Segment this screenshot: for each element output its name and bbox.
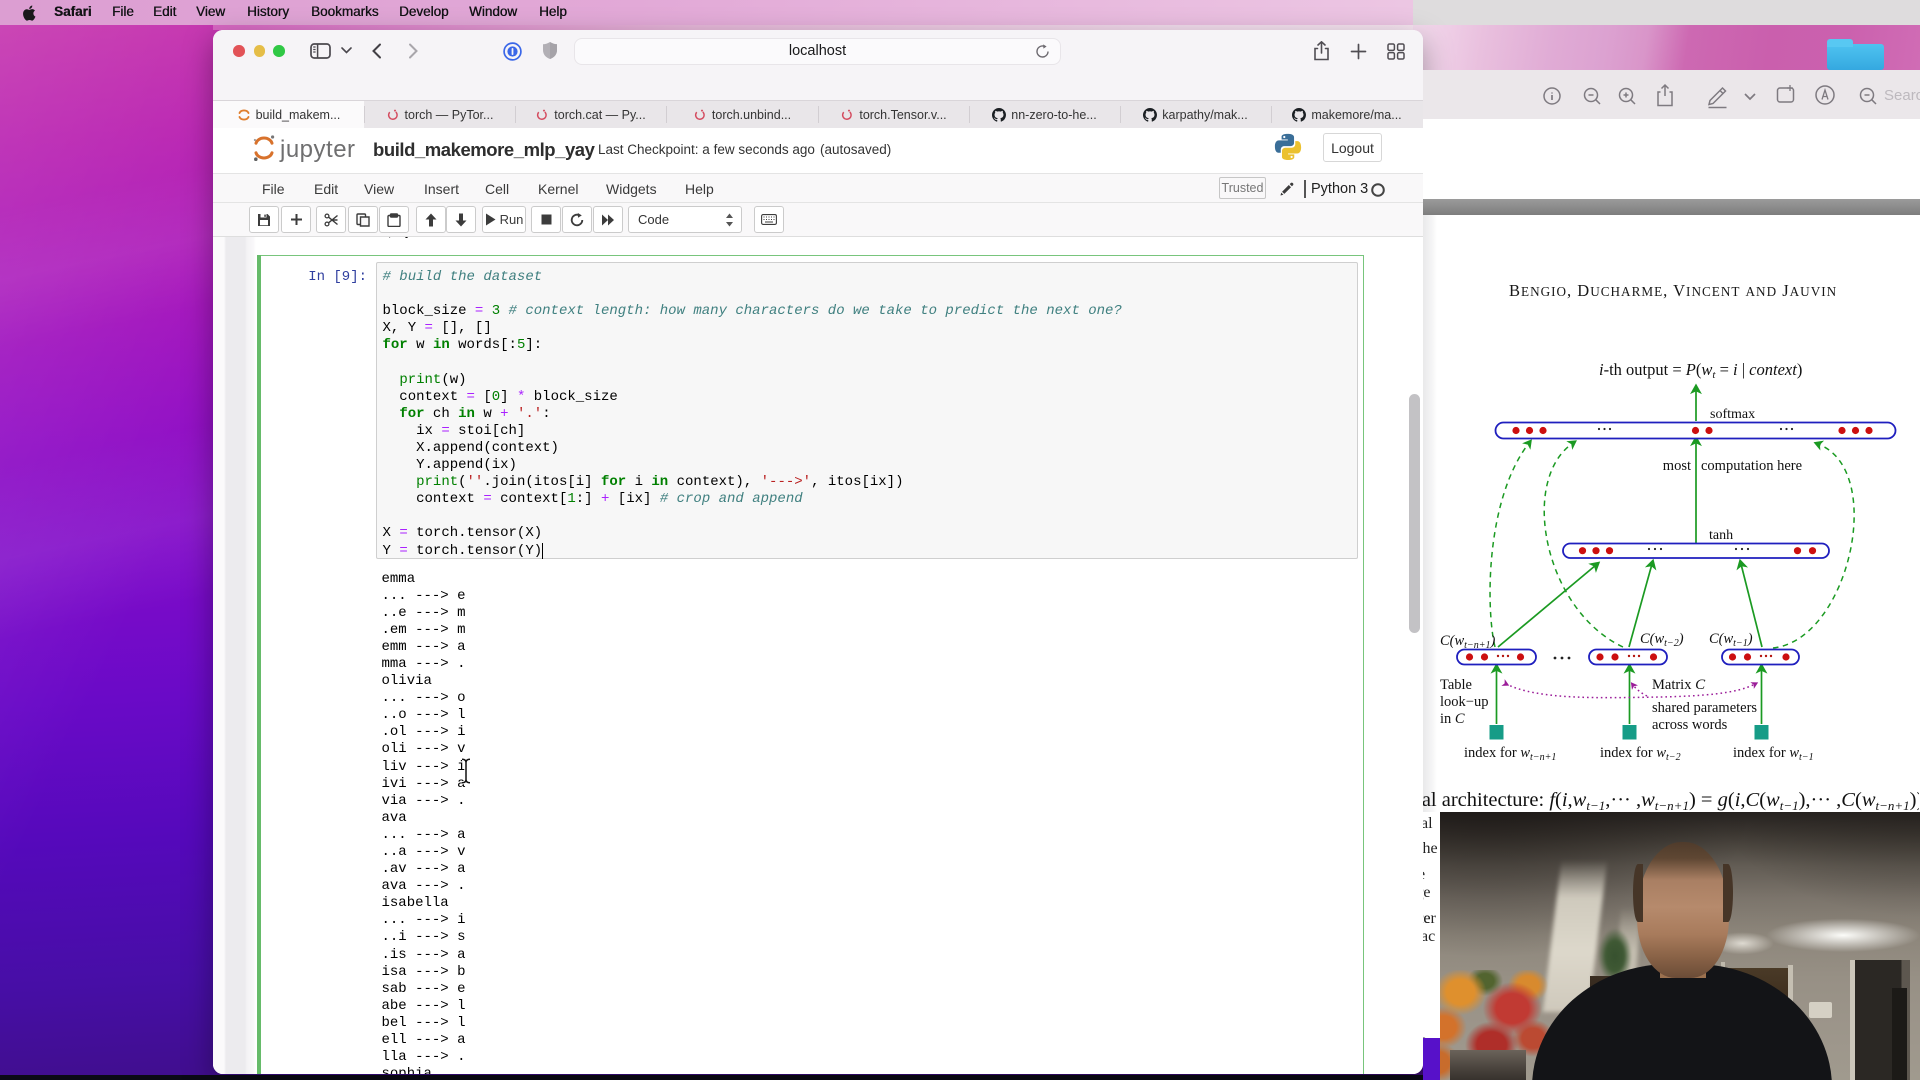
svg-text:C(wt−2): C(wt−2) — [1640, 631, 1684, 649]
svg-text:most: most — [1663, 458, 1691, 474]
svg-text:in C: in C — [1440, 711, 1465, 727]
svg-text:BENGIO, DUCHARME, VINCENT AND: BENGIO, DUCHARME, VINCENT AND JAUVIN — [1509, 281, 1837, 300]
svg-text:shared parameters: shared parameters — [1652, 700, 1757, 716]
svg-text:Table: Table — [1440, 677, 1472, 693]
svg-text:computation here: computation here — [1701, 458, 1802, 474]
svg-text:look−up: look−up — [1440, 694, 1488, 710]
svg-text:across words: across words — [1652, 717, 1728, 733]
svg-text:ral architecture: f(i,wt−1,···: ral architecture: f(i,wt−1,··· ,wt−n+1) … — [1423, 789, 1919, 813]
svg-text:tanh: tanh — [1709, 528, 1733, 543]
svg-text:index for wt−2: index for wt−2 — [1600, 745, 1681, 763]
svg-text:i-th output = P(wt = i | conte: i-th output = P(wt = i | context) — [1599, 360, 1802, 381]
svg-text:C(wt−n+1): C(wt−n+1) — [1440, 633, 1495, 651]
svg-text:C(wt−1): C(wt−1) — [1709, 631, 1753, 649]
svg-text:softmax: softmax — [1710, 407, 1755, 422]
svg-text:Matrix C: Matrix C — [1652, 677, 1706, 693]
svg-text:index for wt−n+1: index for wt−n+1 — [1464, 745, 1556, 763]
svg-text:index for wt−1: index for wt−1 — [1733, 745, 1814, 763]
